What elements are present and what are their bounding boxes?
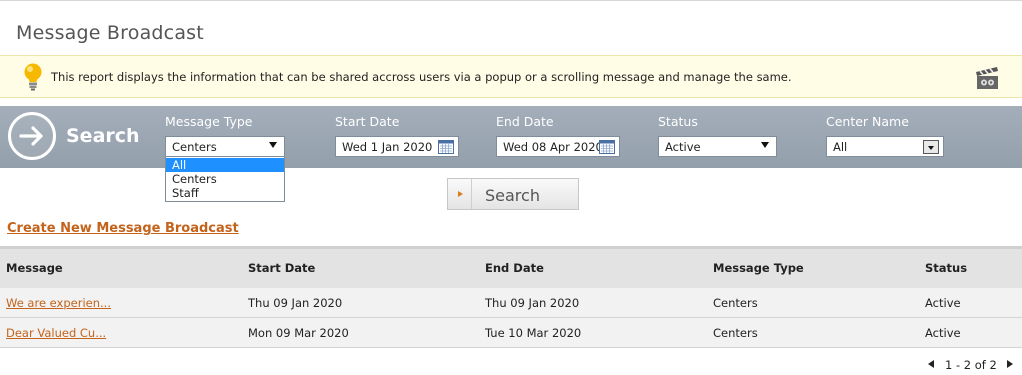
start-date-cell: Thu 09 Jan 2020 bbox=[248, 296, 343, 310]
start-date-value: Wed 1 Jan 2020 bbox=[342, 140, 433, 154]
center-name-value: All bbox=[833, 140, 848, 154]
end-date-cell: Thu 09 Jan 2020 bbox=[485, 296, 580, 310]
column-header-end-date[interactable]: End Date bbox=[485, 261, 544, 275]
status-select[interactable]: Active bbox=[658, 136, 777, 157]
chevron-down-icon bbox=[269, 142, 277, 148]
search-button[interactable]: Search bbox=[447, 178, 579, 210]
search-panel-heading: Search bbox=[66, 125, 140, 147]
option-all[interactable]: All bbox=[166, 158, 284, 172]
arrow-right-circle-icon bbox=[8, 112, 56, 160]
center-name-label: Center Name bbox=[826, 114, 909, 129]
column-header-start-date[interactable]: Start Date bbox=[248, 261, 315, 275]
table-row: We are experien... Thu 09 Jan 2020 Thu 0… bbox=[0, 288, 1022, 318]
calendar-icon[interactable] bbox=[438, 139, 454, 154]
message-type-cell: Centers bbox=[713, 296, 758, 310]
search-button-label: Search bbox=[485, 186, 540, 205]
column-header-message-type[interactable]: Message Type bbox=[713, 261, 804, 275]
center-name-select[interactable]: All bbox=[826, 136, 944, 157]
calendar-icon[interactable] bbox=[599, 139, 615, 154]
end-date-input[interactable]: Wed 08 Apr 2020 bbox=[496, 136, 620, 157]
table-row: Dear Valued Cu... Mon 09 Mar 2020 Tue 10… bbox=[0, 318, 1022, 348]
column-header-message[interactable]: Message bbox=[6, 261, 63, 275]
clapperboard-icon[interactable] bbox=[974, 63, 1000, 91]
column-header-status[interactable]: Status bbox=[925, 261, 967, 275]
create-broadcast-link[interactable]: Create New Message Broadcast bbox=[7, 221, 239, 236]
pagination: 1 - 2 of 2 bbox=[926, 358, 1020, 372]
start-date-input[interactable]: Wed 1 Jan 2020 bbox=[335, 136, 459, 157]
message-link[interactable]: Dear Valued Cu... bbox=[6, 326, 106, 340]
message-type-label: Message Type bbox=[165, 114, 253, 129]
status-cell: Active bbox=[925, 296, 961, 310]
chevron-down-icon[interactable] bbox=[923, 140, 939, 154]
message-link[interactable]: We are experien... bbox=[6, 296, 111, 310]
status-cell: Active bbox=[925, 326, 961, 340]
message-type-options: All Centers Staff bbox=[165, 156, 285, 202]
end-date-value: Wed 08 Apr 2020 bbox=[503, 140, 603, 154]
option-centers[interactable]: Centers bbox=[166, 172, 284, 186]
top-border bbox=[0, 0, 1022, 1]
message-type-select[interactable]: Centers bbox=[165, 136, 285, 157]
message-type-cell: Centers bbox=[713, 326, 758, 340]
table-header: Message Start Date End Date Message Type… bbox=[0, 246, 1022, 288]
option-staff[interactable]: Staff bbox=[166, 186, 284, 200]
page-title: Message Broadcast bbox=[16, 22, 204, 44]
end-date-cell: Tue 10 Mar 2020 bbox=[485, 326, 582, 340]
play-arrow-icon bbox=[448, 179, 472, 209]
start-date-cell: Mon 09 Mar 2020 bbox=[248, 326, 349, 340]
lightbulb-icon bbox=[22, 62, 44, 92]
end-date-label: End Date bbox=[496, 114, 554, 129]
pagination-text: 1 - 2 of 2 bbox=[945, 358, 997, 372]
status-value: Active bbox=[665, 140, 701, 154]
next-page-icon[interactable] bbox=[1007, 360, 1013, 368]
info-text: This report displays the information tha… bbox=[51, 70, 792, 84]
previous-page-icon[interactable] bbox=[928, 360, 934, 368]
start-date-label: Start Date bbox=[335, 114, 400, 129]
status-label: Status bbox=[658, 114, 698, 129]
info-bar: This report displays the information tha… bbox=[0, 55, 1022, 98]
message-type-value: Centers bbox=[172, 140, 217, 154]
chevron-down-icon bbox=[761, 142, 769, 148]
